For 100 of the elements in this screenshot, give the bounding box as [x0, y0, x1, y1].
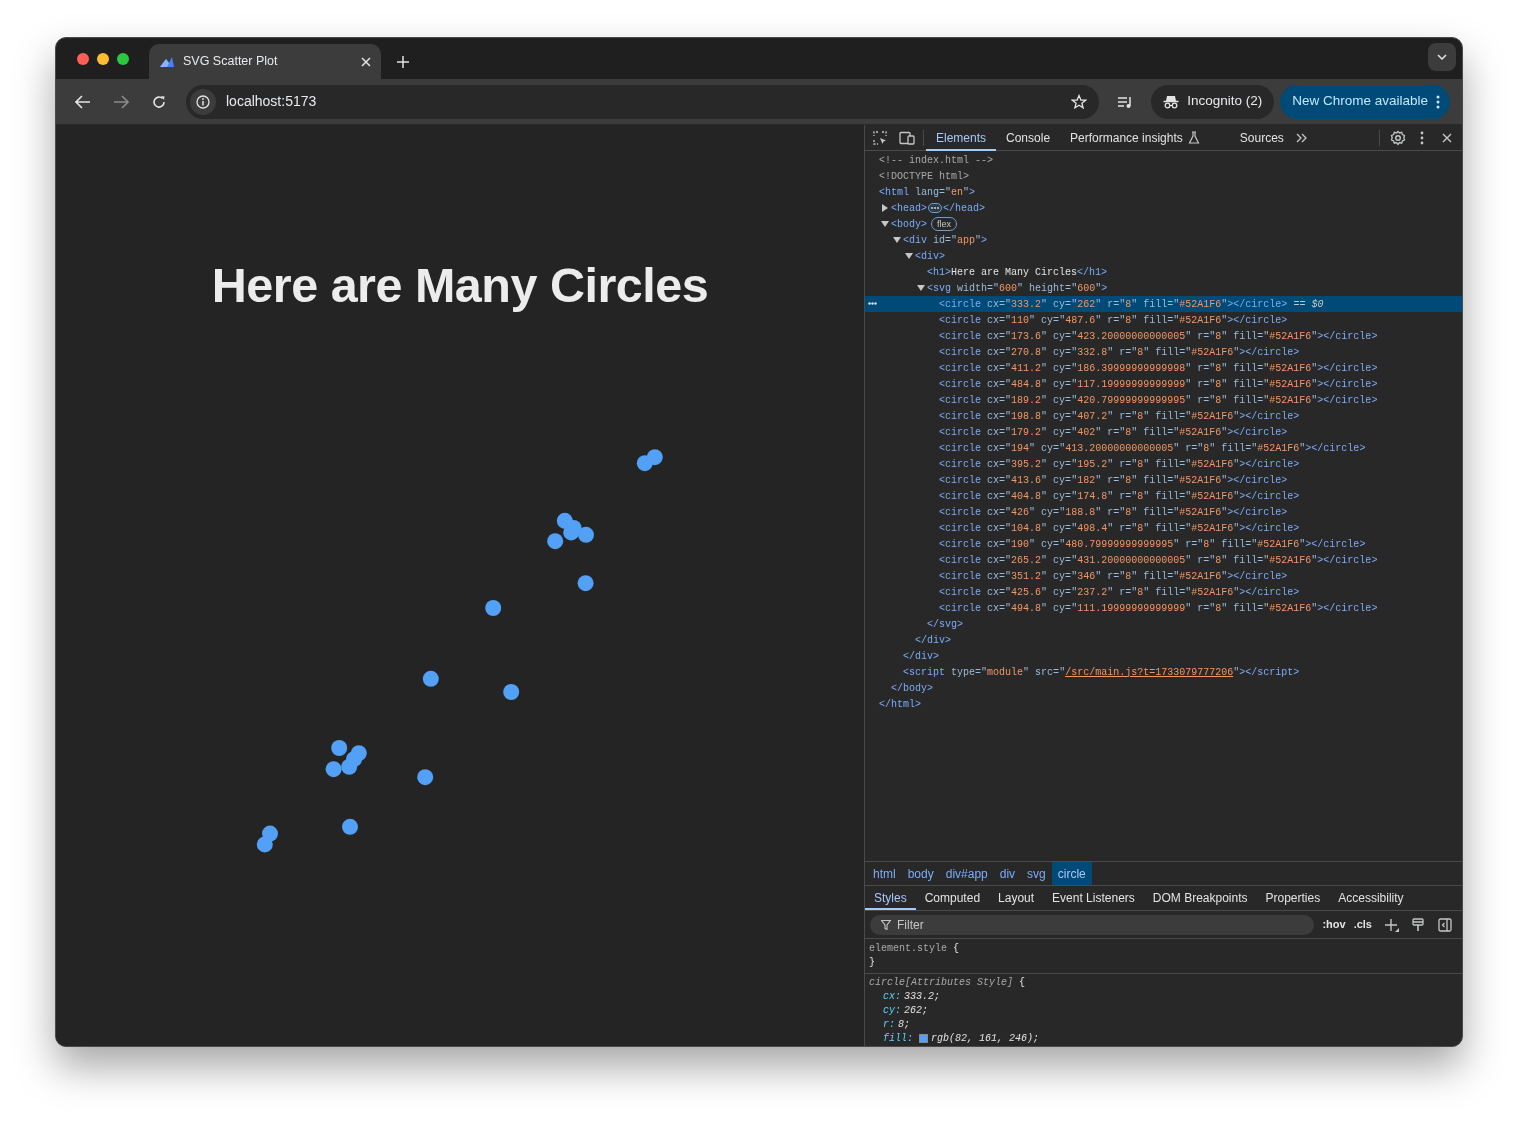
- info-icon[interactable]: [196, 94, 210, 109]
- reload-icon[interactable]: [152, 94, 166, 109]
- code-line[interactable]: <!-- index.html -->: [879, 152, 994, 168]
- css-value: rgb(82, 161, 246);: [931, 1031, 1040, 1046]
- new-rule-icon[interactable]: [1384, 917, 1400, 932]
- devtools-tab[interactable]: Performance insights: [1060, 124, 1210, 151]
- styles-tab[interactable]: Computed: [915, 886, 990, 910]
- breadcrumb[interactable]: div#app: [939, 862, 994, 885]
- ellipsis-badge-icon[interactable]: [928, 203, 943, 213]
- code-line[interactable]: <svg width="600" height="600">: [927, 280, 1108, 296]
- settings-icon[interactable]: [1390, 129, 1406, 146]
- code-line[interactable]: <circle cx="395.2" cy="195.2" r="8" fill="#52A1F6"></circle>: [939, 456, 1300, 472]
- forward-icon[interactable]: [113, 94, 129, 109]
- code-line[interactable]: <circle cx="411.2" cy="186.39999999999998" r="8" fill="#52A1F6"></circle>: [939, 360, 1378, 376]
- code-line[interactable]: <circle cx="404.8" cy="174.8" r="8" fill="#52A1F6"></circle>: [939, 488, 1300, 504]
- code-line[interactable]: <body>: [891, 216, 928, 232]
- star-icon[interactable]: [1071, 93, 1088, 110]
- code-line[interactable]: <circle cx="189.2" cy="420.79999999999995" r="8" fill="#52A1F6"></circle>: [939, 392, 1378, 408]
- code-line[interactable]: <head>: [891, 200, 928, 216]
- console-reference: == $0: [1293, 297, 1324, 312]
- code-line[interactable]: <circle cx="265.2" cy="431.20000000000005" r="8" fill="#52A1F6"></circle>: [939, 552, 1378, 568]
- more-icon: [1436, 94, 1440, 109]
- breadcrumb[interactable]: body: [901, 862, 940, 885]
- close-icon[interactable]: [361, 56, 371, 67]
- address-bar[interactable]: localhost:5173: [186, 84, 1100, 119]
- new-chrome-button[interactable]: New Chrome available: [1280, 84, 1450, 119]
- styles-tab[interactable]: Event Listeners: [1043, 886, 1144, 910]
- more-dots-icon[interactable]: [868, 302, 877, 305]
- paint-brush-icon[interactable]: [1412, 917, 1424, 932]
- code-line[interactable]: </svg>: [927, 616, 964, 632]
- new-tab-icon[interactable]: [397, 55, 409, 68]
- code-line[interactable]: <div>: [915, 248, 946, 264]
- devtools-tab[interactable]: Console: [996, 124, 1061, 151]
- breadcrumb[interactable]: div: [993, 862, 1022, 885]
- sidebar-toggle-icon[interactable]: [1438, 917, 1452, 932]
- device-toolbar-icon[interactable]: [899, 130, 915, 145]
- code-line[interactable]: <circle cx="104.8" cy="498.4" r="8" fill="#52A1F6"></circle>: [939, 520, 1300, 536]
- more-icon[interactable]: [1420, 130, 1424, 145]
- code-line[interactable]: <div id="app">: [903, 232, 988, 248]
- expand-arrow-icon[interactable]: [893, 236, 901, 244]
- code-line[interactable]: <circle cx="179.2" cy="402" r="8" fill="#52A1F6"></circle>: [939, 424, 1288, 440]
- devtools-tab[interactable]: Sources: [1229, 124, 1294, 151]
- devtools-tab[interactable]: Elements: [926, 124, 997, 151]
- code-line[interactable]: <circle cx="173.6" cy="423.20000000000005" r="8" fill="#52A1F6"></circle>: [939, 328, 1378, 344]
- code-line[interactable]: </body>: [891, 680, 934, 696]
- styles-tab[interactable]: Properties: [1256, 886, 1330, 910]
- tab-title: SVG Scatter Plot: [183, 53, 279, 71]
- css-brace: {: [1019, 975, 1026, 990]
- toggle-button[interactable]: .cls: [1353, 916, 1372, 933]
- code-line[interactable]: <circle cx="333.2" cy="262" r="8" fill="#52A1F6"></circle>: [939, 296, 1288, 312]
- code-line[interactable]: </div>: [915, 632, 952, 648]
- expand-arrow-icon[interactable]: [917, 284, 925, 292]
- code-line[interactable]: <circle cx="270.8" cy="332.8" r="8" fill="#52A1F6"></circle>: [939, 344, 1300, 360]
- more-tabs-icon[interactable]: [1295, 132, 1308, 143]
- styles-tab[interactable]: DOM Breakpoints: [1143, 886, 1257, 910]
- code-line[interactable]: <!DOCTYPE html>: [879, 168, 969, 184]
- code-line[interactable]: <circle cx="351.2" cy="346" r="8" fill="#52A1F6"></circle>: [939, 568, 1288, 584]
- dot: [417, 769, 434, 786]
- back-icon[interactable]: [75, 94, 91, 109]
- close-icon[interactable]: [1442, 132, 1452, 143]
- code-line[interactable]: <circle cx="110" cy="487.6" r="8" fill="#52A1F6"></circle>: [939, 312, 1288, 328]
- dot: [577, 575, 594, 592]
- expand-arrow-icon[interactable]: [905, 252, 913, 260]
- code-line[interactable]: <circle cx="426" cy="188.8" r="8" fill="#52A1F6"></circle>: [939, 504, 1288, 520]
- styles-tab[interactable]: Layout: [989, 886, 1044, 910]
- browser-tab[interactable]: SVG Scatter Plot: [149, 44, 381, 79]
- code-line[interactable]: <h1>Here are Many Circles</h1>: [927, 264, 1108, 280]
- breadcrumb[interactable]: circle: [1051, 862, 1092, 885]
- media-queue-icon[interactable]: [1117, 94, 1134, 109]
- expand-arrow-icon[interactable]: [881, 220, 889, 228]
- css-selector: element.style: [869, 941, 947, 956]
- code-line[interactable]: <html lang="en">: [879, 184, 976, 200]
- code-line[interactable]: <circle cx="190" cy="480.79999999999995" r="8" fill="#52A1F6"></circle>: [939, 536, 1366, 552]
- code-line[interactable]: <circle cx="413.6" cy="182" r="8" fill="#52A1F6"></circle>: [939, 472, 1288, 488]
- filter-icon: [881, 919, 891, 930]
- code-line[interactable]: <circle cx="198.8" cy="407.2" r="8" fill="#52A1F6"></circle>: [939, 408, 1300, 424]
- toggle-button[interactable]: :hov: [1322, 916, 1346, 933]
- incognito-button[interactable]: Incognito (2): [1151, 84, 1275, 119]
- styles-tab[interactable]: Styles: [865, 886, 916, 910]
- filter-field[interactable]: Filter: [870, 914, 1315, 935]
- color-swatch[interactable]: [919, 1033, 928, 1043]
- code-line[interactable]: </head>: [943, 200, 986, 216]
- breadcrumb[interactable]: svg: [1021, 862, 1052, 885]
- window-minimize-button[interactable]: [97, 52, 109, 65]
- breadcrumb[interactable]: html: [867, 862, 902, 885]
- window-close-button[interactable]: [77, 52, 89, 65]
- code-line[interactable]: </html>: [879, 696, 922, 712]
- tab-search-button[interactable]: [1428, 43, 1456, 71]
- code-line[interactable]: <script type="module" src="/src/main.js?t=1733079777206"></script>: [903, 664, 1300, 680]
- dot: [578, 526, 594, 543]
- code-line[interactable]: </div>: [903, 648, 940, 664]
- code-line[interactable]: <circle cx="194" cy="413.20000000000005" r="8" fill="#52A1F6"></circle>: [939, 440, 1366, 456]
- collapse-arrow-icon[interactable]: [881, 204, 889, 212]
- code-line[interactable]: <circle cx="494.8" cy="111.19999999999999" r="8" fill="#52A1F6"></circle>: [939, 600, 1378, 616]
- window-zoom-button[interactable]: [117, 52, 129, 65]
- code-line[interactable]: <circle cx="425.6" cy="237.2" r="8" fill="#52A1F6"></circle>: [939, 584, 1300, 600]
- css-property: cy:: [883, 1003, 901, 1018]
- styles-tab[interactable]: Accessibility: [1329, 886, 1413, 910]
- code-line[interactable]: <circle cx="484.8" cy="117.19999999999999" r="8" fill="#52A1F6"></circle>: [939, 376, 1378, 392]
- inspect-icon[interactable]: [873, 130, 887, 145]
